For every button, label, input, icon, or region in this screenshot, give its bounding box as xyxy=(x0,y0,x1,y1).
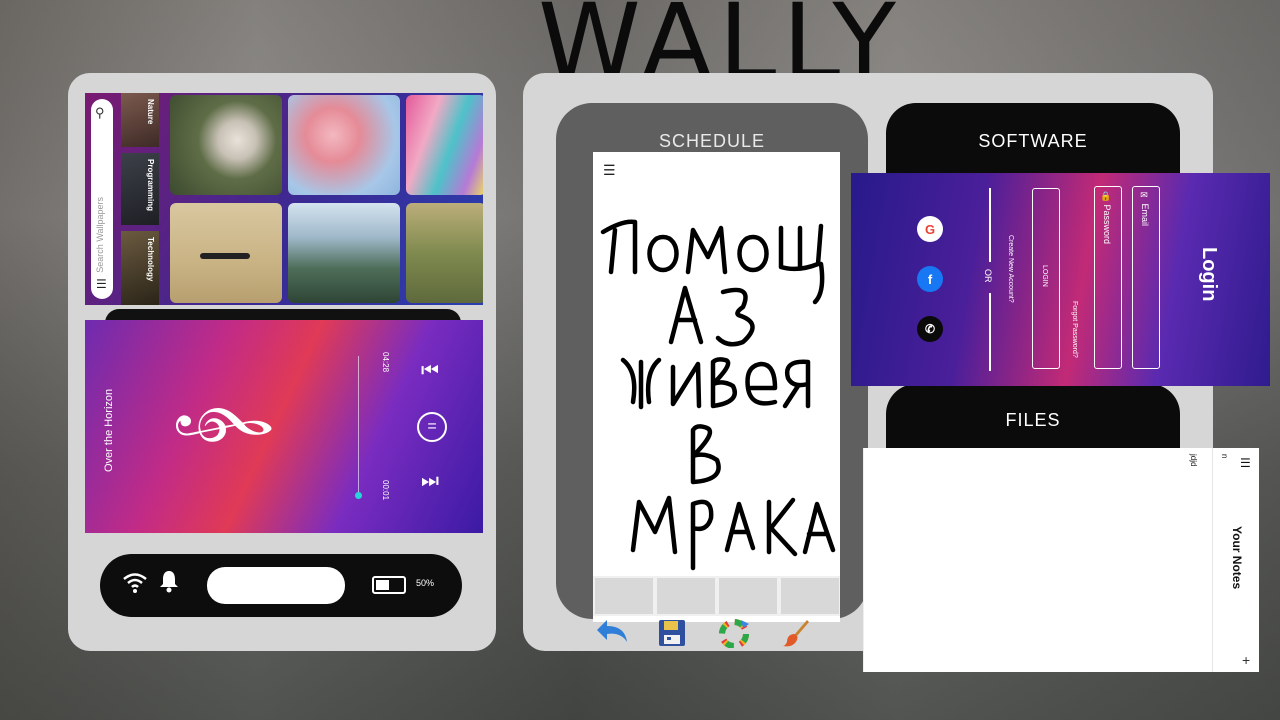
search-icon[interactable]: ⚲ xyxy=(95,105,105,121)
category-programming[interactable]: Programming xyxy=(121,153,159,225)
notes-menu-icon[interactable]: ☰ xyxy=(1240,456,1251,470)
google-login-icon[interactable]: G xyxy=(917,216,943,242)
forgot-password-link[interactable]: Forgot Password? xyxy=(1071,301,1078,358)
files-tile[interactable]: FILES xyxy=(886,384,1180,450)
home-pill[interactable] xyxy=(207,567,345,604)
wallpaper-thumbnail[interactable] xyxy=(170,95,282,195)
divider xyxy=(989,293,991,371)
software-tile[interactable]: SOFTWARE xyxy=(886,103,1180,175)
track-title: Over the Horizon xyxy=(103,388,115,472)
wallpaper-thumbnail[interactable] xyxy=(406,203,483,303)
progress-track[interactable] xyxy=(358,356,359,496)
previous-track-icon[interactable]: ⏮ xyxy=(421,360,439,383)
password-label: 🔒 Password xyxy=(1102,191,1112,245)
current-time: 00:01 xyxy=(381,480,390,501)
category-nature[interactable]: Nature xyxy=(121,93,159,147)
progress-handle[interactable] xyxy=(355,492,362,499)
create-account-link[interactable]: Create New Account? xyxy=(1007,235,1014,303)
menu-icon[interactable]: ☰ xyxy=(603,162,616,179)
wallpaper-app-panel: ⚲ Search Wallpapers ☰ Nature Programming… xyxy=(85,93,483,305)
battery-percent: 50% xyxy=(416,578,435,588)
drawing-canvas[interactable] xyxy=(593,192,840,572)
notes-panel: ☰ Your Notes n jdjd + xyxy=(863,448,1259,672)
save-button[interactable] xyxy=(657,578,715,646)
notes-title: Your Notes xyxy=(1230,526,1244,590)
email-label: ✉ Email xyxy=(1140,191,1150,227)
undo-button[interactable] xyxy=(595,578,653,642)
wallpaper-thumbnail[interactable] xyxy=(406,95,483,195)
category-technology[interactable]: Technology xyxy=(121,231,159,305)
search-placeholder: Search Wallpapers xyxy=(95,197,105,273)
files-label: FILES xyxy=(1005,410,1061,430)
search-wallpapers-bar[interactable]: ⚲ Search Wallpapers ☰ xyxy=(91,99,113,299)
brush-button[interactable] xyxy=(781,578,839,647)
drawing-toolbar xyxy=(593,576,840,648)
status-bar: 50% xyxy=(100,554,462,617)
wifi-icon[interactable] xyxy=(122,570,148,600)
music-player-panel: Over the Horizon 𝄞 04:28 00:01 ⏮ = ⏭ xyxy=(85,320,483,533)
brush-icon xyxy=(783,620,809,647)
software-label: SOFTWARE xyxy=(978,131,1088,151)
login-heading: Login xyxy=(1198,247,1220,302)
wallpaper-thumbnail[interactable] xyxy=(288,95,400,195)
bell-icon[interactable] xyxy=(158,569,180,599)
divider xyxy=(989,188,991,262)
back-arrow-icon xyxy=(597,620,627,642)
battery-icon xyxy=(372,576,406,594)
notes-divider xyxy=(1212,448,1213,672)
save-icon xyxy=(659,620,685,646)
login-panel: Login ✉ Email 🔒 Password Forgot Password… xyxy=(851,173,1270,386)
color-picker-button[interactable] xyxy=(719,578,777,648)
or-separator: OR xyxy=(983,269,993,283)
track-duration: 04:28 xyxy=(381,352,390,373)
schedule-label: SCHEDULE xyxy=(658,131,766,151)
facebook-login-icon[interactable]: f xyxy=(917,266,943,292)
menu-icon[interactable]: ☰ xyxy=(96,277,107,291)
color-wheel-icon xyxy=(719,619,749,648)
wallpaper-thumbnail[interactable] xyxy=(288,203,400,303)
note-item[interactable]: jdjd xyxy=(1189,454,1198,466)
drawing-app: ☰ xyxy=(593,152,840,648)
treble-clef-icon: 𝄞 xyxy=(180,398,274,446)
login-button-label: LOGIN xyxy=(1041,265,1048,287)
phone-login-icon[interactable]: ✆ xyxy=(917,316,943,342)
next-track-icon[interactable]: ⏭ xyxy=(421,470,439,493)
wallpaper-thumbnail[interactable] xyxy=(170,203,282,303)
pause-button[interactable]: = xyxy=(417,412,447,442)
add-note-button[interactable]: + xyxy=(1242,652,1250,668)
note-item[interactable]: n xyxy=(1220,454,1229,458)
